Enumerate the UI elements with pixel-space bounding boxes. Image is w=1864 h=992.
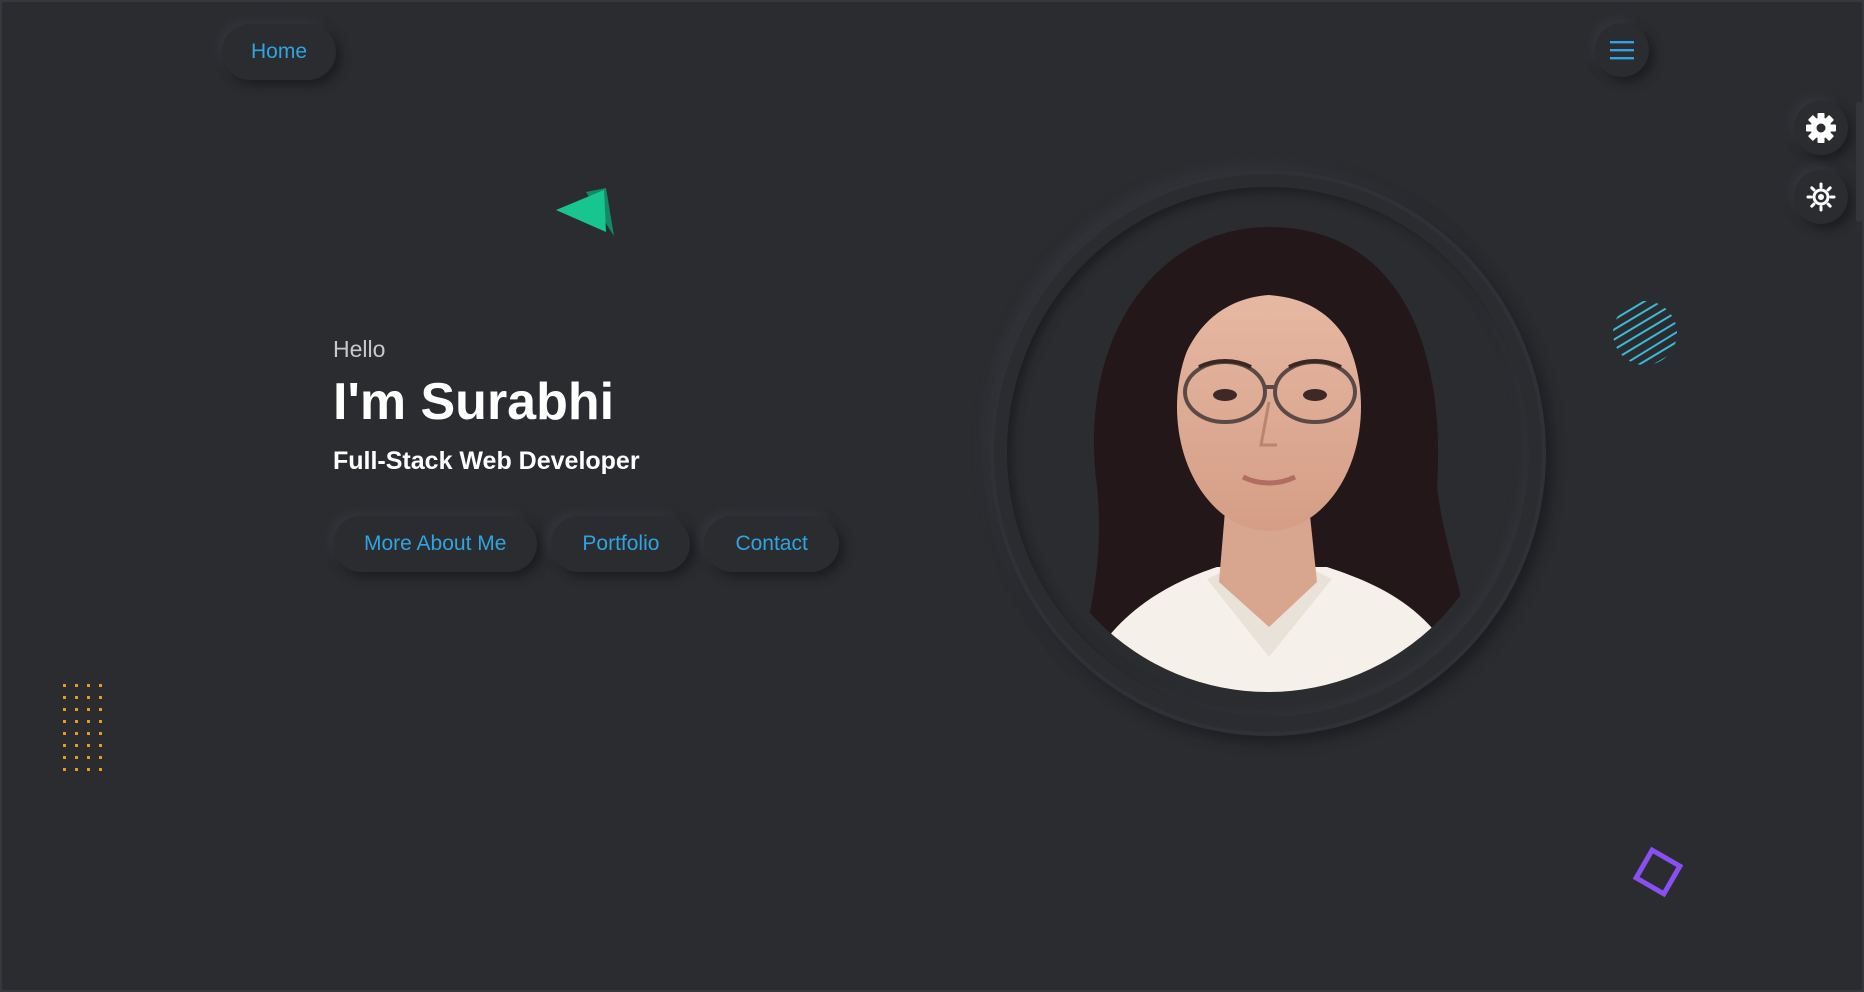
gear-icon <box>1806 113 1836 143</box>
portfolio-button[interactable]: Portfolio <box>551 516 691 572</box>
hero-name: I'm Surabhi <box>333 373 615 431</box>
settings-button[interactable] <box>1794 101 1848 155</box>
hero-role: Full-Stack Web Developer <box>333 447 640 475</box>
theme-toggle-button[interactable] <box>1794 170 1848 224</box>
more-about-me-button[interactable]: More About Me <box>333 516 538 572</box>
greeting-text: Hello <box>333 336 386 362</box>
triangle-decoration <box>556 188 614 236</box>
contact-button[interactable]: Contact <box>704 516 839 572</box>
sun-icon <box>1806 182 1836 212</box>
hero-actions: More About Me Portfolio Contact <box>333 516 839 572</box>
hamburger-menu-icon <box>1610 41 1634 60</box>
hatched-circle-decoration <box>1613 301 1677 365</box>
portrait-frame <box>990 170 1546 736</box>
hero-intro: Hello I'm Surabhi Full-Stack Web Develop… <box>333 334 640 476</box>
menu-button[interactable] <box>1595 23 1649 77</box>
square-outline-decoration <box>1632 846 1684 898</box>
home-nav-button[interactable]: Home <box>222 24 336 80</box>
scrollbar[interactable] <box>1856 102 1862 222</box>
profile-photo <box>1007 187 1529 717</box>
dot-grid-decoration <box>63 684 102 771</box>
home-page: Home Hello I'm Surabhi Full-Stack Web De… <box>0 0 1864 992</box>
